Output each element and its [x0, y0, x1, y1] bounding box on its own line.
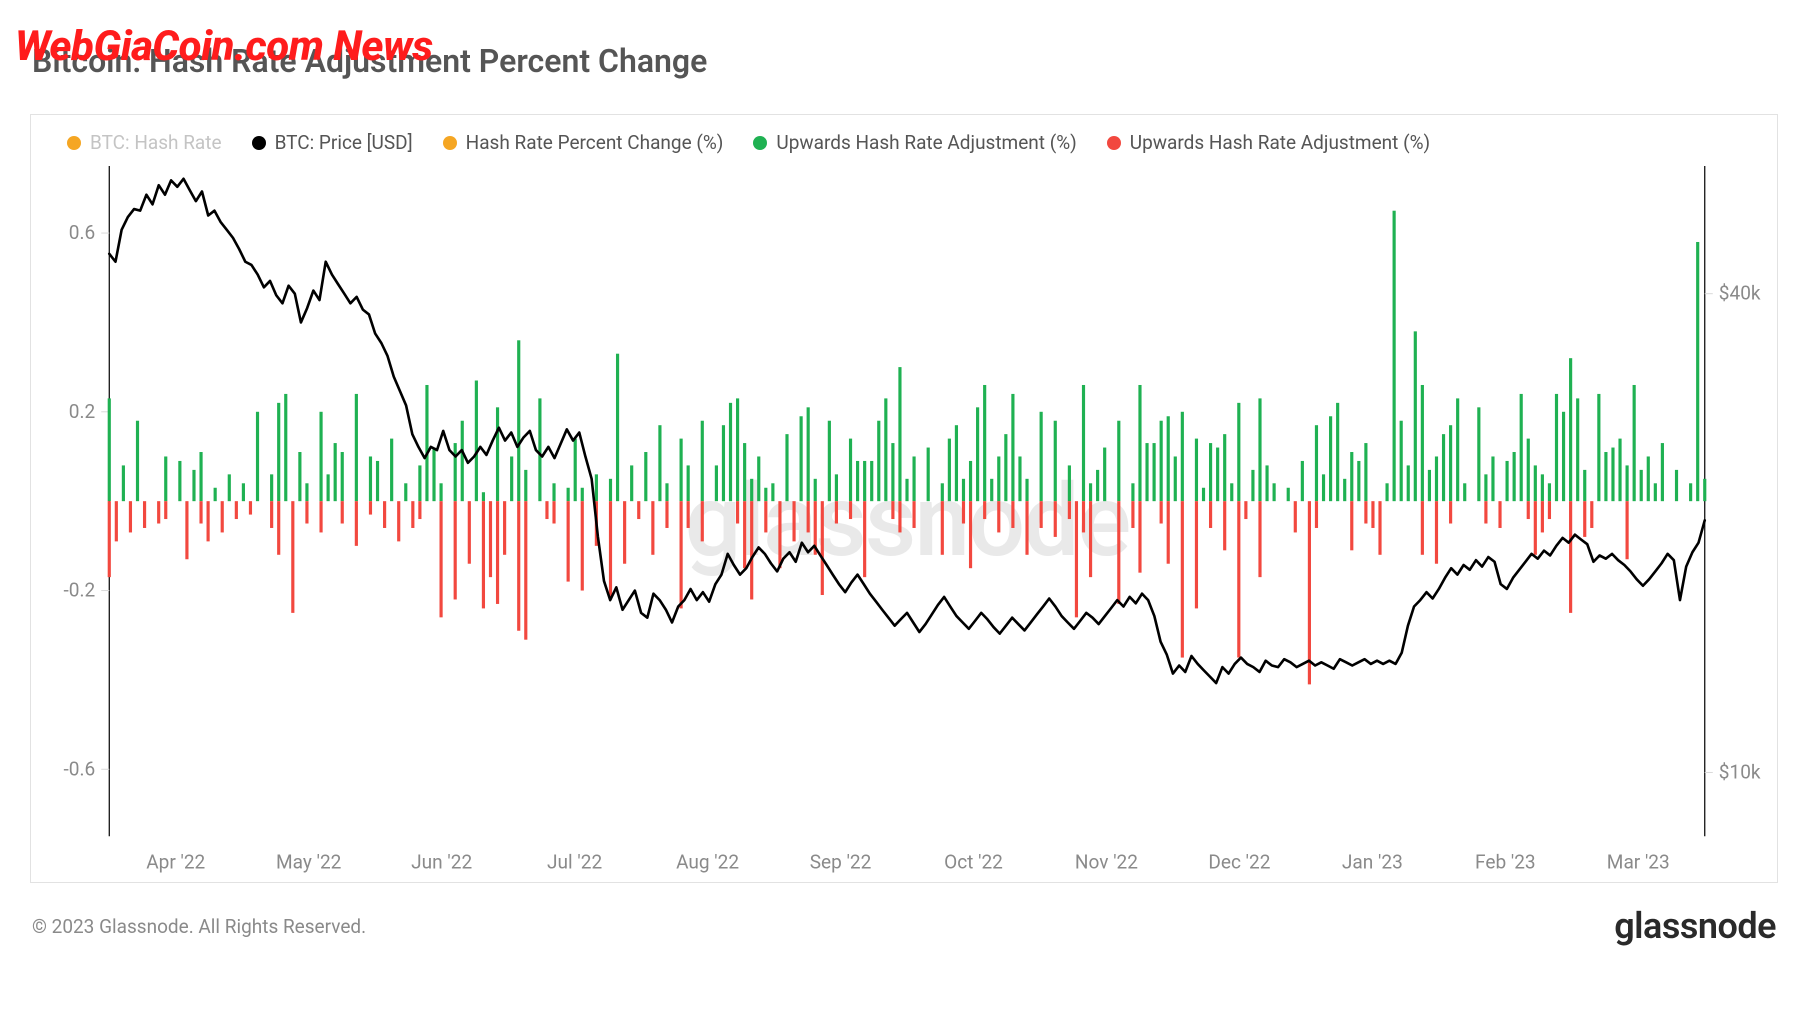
svg-text:Jun '22: Jun '22	[411, 850, 472, 873]
legend-swatch	[1107, 136, 1121, 150]
legend-label: BTC: Price [USD]	[275, 131, 413, 154]
legend-item[interactable]: BTC: Price [USD]	[252, 131, 413, 154]
legend-label: Upwards Hash Rate Adjustment (%)	[1130, 131, 1430, 154]
svg-text:Dec '22: Dec '22	[1208, 850, 1270, 873]
legend-label: Upwards Hash Rate Adjustment (%)	[776, 131, 1076, 154]
svg-text:May '22: May '22	[276, 850, 341, 873]
svg-text:-0.6: -0.6	[64, 757, 96, 780]
legend-swatch	[252, 136, 266, 150]
svg-text:$10k: $10k	[1719, 760, 1761, 783]
svg-text:Oct '22: Oct '22	[944, 850, 1003, 873]
legend-item[interactable]: Hash Rate Percent Change (%)	[443, 131, 724, 154]
brand-logo-text: glassnode	[1614, 905, 1776, 947]
svg-text:Apr '22: Apr '22	[146, 850, 205, 873]
svg-text:0.6: 0.6	[69, 221, 95, 244]
chart-footer: © 2023 Glassnode. All Rights Reserved. g…	[32, 905, 1776, 947]
chart-legend: BTC: Hash Rate BTC: Price [USD] Hash Rate …	[31, 115, 1777, 160]
legend-item[interactable]: Upwards Hash Rate Adjustment (%)	[1107, 131, 1430, 154]
legend-item[interactable]: BTC: Hash Rate	[67, 131, 222, 154]
chart-frame: WebGiaCoin.com News Bitcoin: Hash Rate A…	[0, 0, 1800, 1013]
legend-item[interactable]: Upwards Hash Rate Adjustment (%)	[753, 131, 1076, 154]
svg-text:0.2: 0.2	[69, 400, 95, 423]
legend-label: Hash Rate Percent Change (%)	[466, 131, 724, 154]
legend-swatch	[67, 136, 81, 150]
legend-swatch	[753, 136, 767, 150]
svg-text:Jan '23: Jan '23	[1342, 850, 1403, 873]
svg-text:Nov '22: Nov '22	[1075, 850, 1138, 873]
chart-plot: glassnode-0.6-0.20.20.6$10k$40kApr '22Ma…	[31, 160, 1777, 882]
svg-text:Sep '22: Sep '22	[810, 850, 872, 873]
svg-text:-0.2: -0.2	[64, 579, 96, 602]
legend-swatch	[443, 136, 457, 150]
legend-label: BTC: Hash Rate	[90, 131, 222, 154]
copyright-text: © 2023 Glassnode. All Rights Reserved.	[32, 915, 366, 938]
svg-text:$40k: $40k	[1719, 282, 1761, 305]
svg-text:Jul '22: Jul '22	[547, 850, 602, 873]
site-watermark-overlay: WebGiaCoin.com News	[15, 22, 433, 71]
svg-text:Aug '22: Aug '22	[676, 850, 739, 873]
svg-text:Mar '23: Mar '23	[1607, 850, 1670, 873]
svg-text:Feb '23: Feb '23	[1475, 850, 1536, 873]
plot-container: BTC: Hash Rate BTC: Price [USD] Hash Rate …	[30, 114, 1778, 883]
